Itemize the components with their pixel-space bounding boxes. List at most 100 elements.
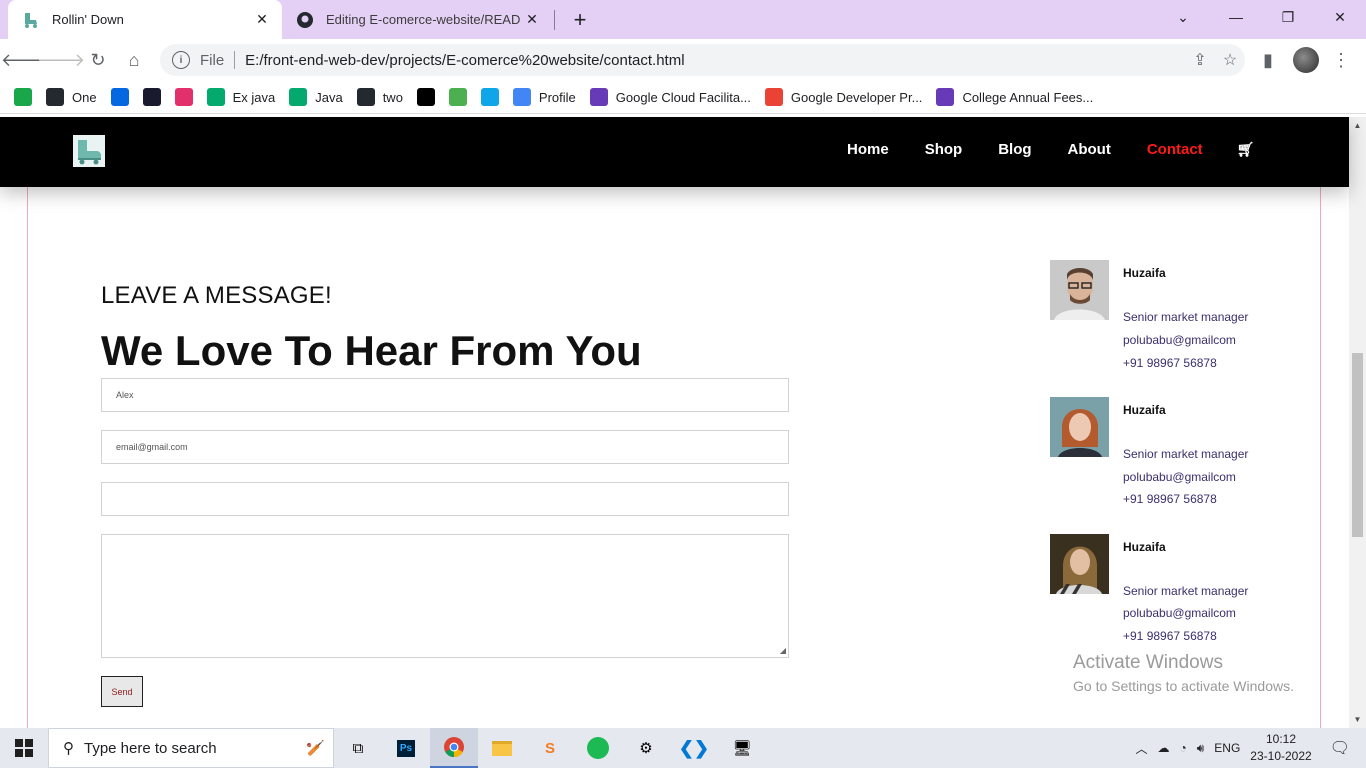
contact-photo [1050,397,1109,457]
network-icon[interactable]: ◔ [1179,741,1186,755]
resize-grip-icon[interactable]: ◢ [780,646,786,655]
bookmark-item[interactable] [480,88,499,106]
bookmark-item[interactable]: Google Developer Pr... [764,88,923,106]
file-explorer-icon[interactable] [478,728,526,768]
bookmark-item[interactable]: Java [289,88,343,106]
close-tab-icon[interactable]: ✕ [520,8,544,32]
contact-phone[interactable]: +91 98967 56878 [1123,356,1217,370]
vscode-icon[interactable]: ❮❯ [670,728,718,768]
maximize-button[interactable]: ❐ [1262,0,1314,34]
bookmark-label: College Annual Fees... [962,89,1094,105]
nav-shop[interactable]: Shop [925,141,963,158]
meta-icon [110,88,129,106]
nav-blog[interactable]: Blog [998,141,1031,158]
page-scrollbar[interactable]: ▲ ▼ [1349,117,1366,728]
bookmark-item[interactable] [142,88,161,106]
taskbar-search-input[interactable]: ⚲ Type here to search 🏏 [48,728,334,768]
bookmark-item[interactable] [110,88,129,106]
site-info-icon[interactable]: i [172,51,190,69]
search-icon: ⚲ [63,740,74,757]
bookmark-star-icon[interactable]: ☆ [1215,50,1245,70]
message-textarea[interactable]: ◢ [101,534,789,658]
show-hidden-icons-chevron-icon[interactable]: ︿ [1135,740,1147,757]
notifications-icon[interactable]: 🗨︎ [1330,738,1350,758]
scrollbar-thumb[interactable] [1352,353,1363,537]
tab-search-chevron-icon[interactable]: ⌄ [1157,0,1209,34]
settings-gear-icon[interactable]: ⚙ [622,728,670,768]
w3-icon [289,88,308,106]
tab-divider [554,10,555,30]
contact-email[interactable]: polubabu@gmailcom [1123,606,1236,620]
profile-avatar[interactable] [1293,47,1319,73]
nav-contact[interactable]: Contact [1147,141,1203,158]
bookmark-item[interactable]: Google Cloud Facilita... [589,88,751,106]
nav-about[interactable]: About [1068,141,1111,158]
search-placeholder: Type here to search [84,739,217,757]
bookmark-item[interactable]: Profile [512,88,576,106]
task-view-icon[interactable]: ⧉ [334,728,382,768]
cricket-doodle-icon[interactable]: 🏏 [306,739,325,757]
remote-desktop-icon[interactable]: 🖥︎ [718,728,766,768]
address-bar[interactable]: i File E:/front-end-web-dev/projects/E-c… [160,44,1245,76]
watermark-subtitle: Go to Settings to activate Windows. [1073,678,1294,694]
tab-editing-readme[interactable]: Editing E-comerce-website/READM ✕ [284,0,552,39]
kebab-menu-icon[interactable]: ⋮ [1327,46,1355,74]
onedrive-cloud-icon[interactable]: ☁ [1157,741,1169,755]
chrome-icon[interactable] [430,728,478,768]
system-tray: ︿ ☁ ◔ 🔊︎ ENG 10:12 23-10-2022 🗨︎ [1135,728,1366,768]
forward-arrow-icon[interactable]: 🡒 [37,46,85,74]
side-panel-icon[interactable]: ▮ [1254,46,1282,74]
tab-rollin-down[interactable]: Rollin' Down ✕ [8,0,282,39]
new-tab-button[interactable]: + [566,6,594,34]
forms-icon [936,88,955,106]
minimize-button[interactable]: — [1210,0,1262,34]
email-input[interactable]: email@gmail.com [101,430,789,464]
volume-icon[interactable]: 🔊︎ [1197,741,1205,756]
close-window-button[interactable]: ✕ [1314,0,1366,34]
contact-name: Huzaifa [1123,266,1166,280]
language-indicator[interactable]: ENG [1214,741,1240,755]
bookmark-item[interactable] [174,88,193,106]
bookmarks-bar: One Ex java Java two Profile Google Cloud Fac… [0,81,1366,114]
bookmark-item[interactable] [416,88,435,106]
send-button[interactable]: Send [101,676,143,707]
reload-icon[interactable]: ↻ [84,46,112,74]
nav-home[interactable]: Home [847,141,889,158]
google-cloud-icon [512,88,531,106]
contact-email[interactable]: polubabu@gmailcom [1123,333,1236,347]
contact-role: Senior market manager [1123,310,1249,324]
contact-phone[interactable]: +91 98967 56878 [1123,492,1217,506]
browser-tab-strip: Rollin' Down ✕ Editing E-comerce-website… [0,0,1366,39]
share-icon[interactable]: ⇪ [1185,50,1215,70]
clock-time: 10:12 [1265,732,1296,746]
bookmark-item[interactable]: Ex java [206,88,275,106]
back-arrow-icon[interactable]: 🡐 [1,46,49,74]
taskbar-clock[interactable]: 10:12 23-10-2022 [1250,731,1311,765]
spotify-icon[interactable] [574,728,622,768]
contact-phone[interactable]: +91 98967 56878 [1123,629,1217,643]
bookmark-item[interactable] [14,88,32,106]
scroll-down-arrow-icon[interactable]: ▼ [1349,711,1366,728]
windows-start-icon[interactable] [0,728,48,768]
activate-windows-watermark: Activate Windows Go to Settings to activ… [1073,652,1294,694]
github-icon [296,11,314,29]
roller-skate-logo[interactable] [73,135,105,167]
contact-email[interactable]: polubabu@gmailcom [1123,470,1236,484]
bookmark-item[interactable] [448,88,467,106]
photoshop-icon[interactable]: Ps [382,728,430,768]
forms-icon [589,88,608,106]
name-input[interactable]: Alex [101,378,789,412]
sublime-icon[interactable]: S [526,728,574,768]
close-tab-icon[interactable]: ✕ [250,8,274,32]
url-text[interactable]: E:/front-end-web-dev/projects/E-comerce%… [245,52,1185,69]
scroll-up-arrow-icon[interactable]: ▲ [1349,117,1366,134]
bookmark-label: Google Developer Pr... [790,89,923,105]
browser-toolbar: 🡐 🡒 ↻ ⌂ i File E:/front-end-web-dev/proj… [0,39,1366,81]
home-icon[interactable]: ⌂ [120,46,148,74]
subject-input[interactable] [101,482,789,516]
bookmark-item[interactable]: College Annual Fees... [936,88,1093,106]
cart-icon[interactable]: 🛒︎ [1237,141,1255,158]
contact-photo [1050,260,1109,320]
bookmark-item[interactable]: two [356,88,403,106]
bookmark-item[interactable]: One [46,88,97,106]
